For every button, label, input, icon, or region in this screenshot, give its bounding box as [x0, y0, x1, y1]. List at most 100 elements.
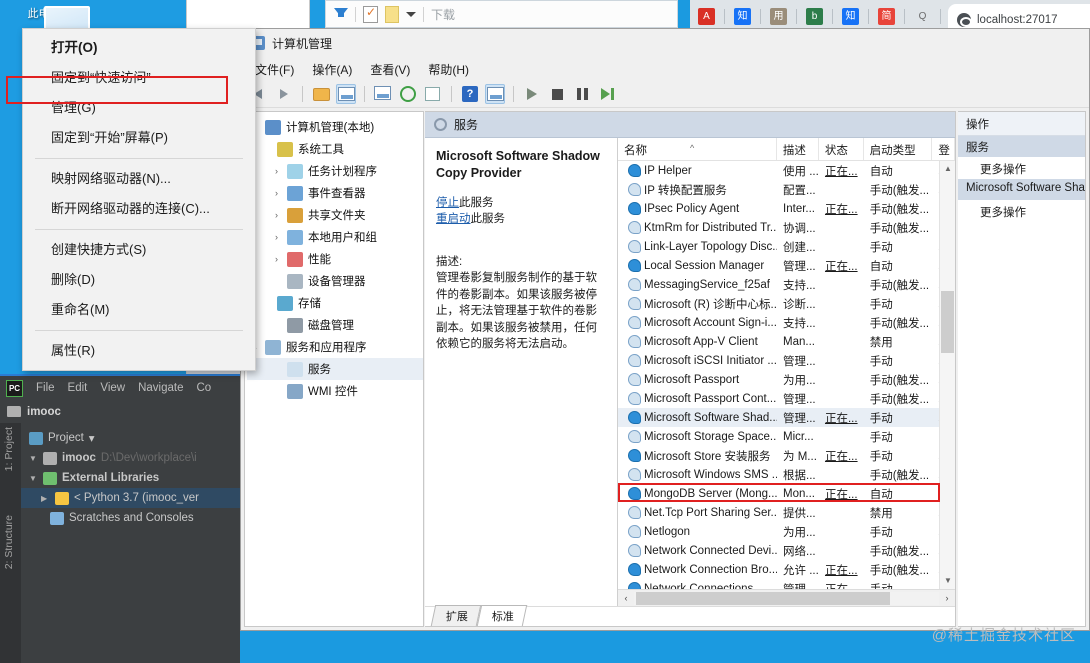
zhihu-bookmark-icon[interactable]: 知	[734, 8, 751, 25]
download-arrow-icon[interactable]	[334, 8, 348, 17]
list-horizontal-scrollbar[interactable]: ‹ ›	[618, 589, 955, 606]
checklist-icon[interactable]	[363, 5, 378, 23]
action-more-actions-services[interactable]: 更多操作	[958, 157, 1085, 179]
chevron-right-icon[interactable]: ›	[271, 232, 282, 242]
service-row[interactable]: Local Session Manager管理...正在...自动本	[618, 256, 955, 275]
scroll-down-arrow-icon[interactable]: ▼	[940, 573, 955, 589]
scrollbar-thumb[interactable]	[636, 591, 890, 605]
tree-row-imooc[interactable]: ▼ imooc D:\Dev\workplace\i	[21, 448, 240, 468]
context-menu-item[interactable]: 创建快捷方式(S)	[23, 235, 255, 265]
tree-node-device-manager[interactable]: 设备管理器	[247, 270, 423, 292]
tree-node-shared-folders[interactable]: › 共享文件夹	[247, 204, 423, 226]
chevron-right-icon[interactable]: ▶	[41, 494, 50, 503]
up-folder-button[interactable]	[311, 84, 331, 104]
service-row[interactable]: Microsoft Storage Space...Micr...手动网	[618, 427, 955, 446]
tree-node-wmi-control[interactable]: WMI 控件	[247, 380, 423, 402]
export-list-button[interactable]	[423, 84, 443, 104]
context-menu-item[interactable]: 重命名(M)	[23, 295, 255, 325]
tree-row-external-libraries[interactable]: ▼ External Libraries	[21, 468, 240, 488]
column-header-logon-as[interactable]: 登	[932, 138, 955, 160]
pycharm-menu-edit[interactable]: Edit	[68, 382, 88, 394]
adobe-bookmark-icon[interactable]: A	[698, 8, 715, 25]
menu-action[interactable]: 操作(A)	[312, 61, 352, 78]
jianshu-bookmark-icon[interactable]: 简	[878, 8, 895, 25]
list-vertical-scrollbar[interactable]: ▲ ▼	[939, 161, 955, 589]
column-header-name[interactable]: 名称 ^	[618, 138, 777, 160]
service-row[interactable]: Microsoft Store 安装服务为 M...正在...手动本	[618, 446, 955, 465]
context-menu-item[interactable]: 打开(O)	[23, 33, 255, 63]
chevron-right-icon[interactable]: ›	[271, 166, 282, 176]
service-row[interactable]: Link-Layer Topology Disc...创建...手动本	[618, 237, 955, 256]
service-row[interactable]: IPsec Policy AgentInter...正在...手动(触发...网	[618, 199, 955, 218]
context-menu-item[interactable]: 属性(R)	[23, 336, 255, 366]
show-action-pane-button[interactable]	[485, 84, 505, 104]
tree-node-services[interactable]: 服务	[247, 358, 423, 380]
tree-node-computer-management[interactable]: 计算机管理(本地)	[247, 116, 423, 138]
tree-node-storage[interactable]: 存储	[247, 292, 423, 314]
tab-standard[interactable]: 标准	[476, 605, 528, 626]
tool-tab-structure[interactable]: 2: Structure	[3, 515, 15, 569]
tree-node-system-tools[interactable]: 系统工具	[247, 138, 423, 160]
project-tool-header[interactable]: Project ▾	[21, 428, 240, 448]
pycharm-menu-navigate[interactable]: Navigate	[138, 382, 183, 394]
tree-node-event-viewer[interactable]: › 事件查看器	[247, 182, 423, 204]
service-row[interactable]: Microsoft Passport Cont...管理...手动(触发...本	[618, 389, 955, 408]
pycharm-menu-view[interactable]: View	[100, 382, 125, 394]
chevron-down-icon[interactable]	[406, 11, 416, 17]
pycharm-menu-file[interactable]: File	[36, 382, 55, 394]
console-tree[interactable]: 计算机管理(本地) 系统工具 › 任务计划程序 › 事件查看器 › 共享文件夹 …	[244, 111, 424, 627]
chevron-down-icon[interactable]: ▾	[89, 431, 95, 445]
scroll-left-arrow-icon[interactable]: ‹	[618, 593, 634, 603]
service-row[interactable]: Network Connections管理...正在...手动本	[618, 579, 955, 589]
tool-tab-project[interactable]: 1: Project	[3, 427, 15, 471]
stop-service-link-row[interactable]: 停止此服务	[436, 195, 606, 211]
desktop-icon-this-pc[interactable]: 此电脑	[8, 6, 90, 39]
zhihu2-bookmark-icon[interactable]: 知	[842, 8, 859, 25]
service-row[interactable]: IP 转换配置服务配置...手动(触发...本	[618, 180, 955, 199]
show-tree-button[interactable]	[336, 84, 356, 104]
service-row[interactable]: IP Helper使用 ...正在...自动本	[618, 161, 955, 180]
scrollbar-thumb[interactable]	[941, 291, 954, 353]
context-menu-item[interactable]: 映射网络驱动器(N)...	[23, 164, 255, 194]
context-menu-item[interactable]: 固定到“开始”屏幕(P)	[23, 123, 255, 153]
tree-node-local-users-groups[interactable]: › 本地用户和组	[247, 226, 423, 248]
forward-button[interactable]	[274, 84, 294, 104]
service-row[interactable]: Microsoft Passport为用...手动(触发...本	[618, 370, 955, 389]
stop-service-button[interactable]	[547, 84, 567, 104]
context-menu-item[interactable]: 管理(G)	[23, 93, 255, 123]
chevron-right-icon[interactable]: ›	[271, 210, 282, 220]
tree-node-performance[interactable]: › 性能	[247, 248, 423, 270]
service-row[interactable]: Microsoft App-V ClientMan...禁用本	[618, 332, 955, 351]
service-row[interactable]: Microsoft Software Shad...管理...正在...手动本	[618, 408, 955, 427]
chevron-right-icon[interactable]: ›	[271, 254, 282, 264]
context-menu-item[interactable]: 删除(D)	[23, 265, 255, 295]
pycharm-menu-code[interactable]: Co	[196, 382, 211, 394]
menu-help[interactable]: 帮助(H)	[428, 61, 469, 78]
properties-button[interactable]	[373, 84, 393, 104]
search1-bookmark-icon[interactable]: Q	[914, 8, 931, 25]
baidu-bookmark-icon[interactable]: b	[806, 8, 823, 25]
stop-service-link[interactable]: 停止	[436, 197, 459, 209]
mail-bookmark-icon[interactable]: 用	[770, 8, 787, 25]
service-row[interactable]: MongoDB Server (Mong...Mon...正在...自动网	[618, 484, 955, 503]
restart-service-link-row[interactable]: 重启动此服务	[436, 211, 606, 227]
service-row[interactable]: Netlogon为用...手动本	[618, 522, 955, 541]
service-row[interactable]: Microsoft Windows SMS ...根据...手动(触发...本	[618, 465, 955, 484]
tab-extended[interactable]: 扩展	[430, 605, 482, 626]
column-header-startup-type[interactable]: 启动类型	[864, 138, 933, 160]
chevron-down-icon[interactable]: ▼	[29, 474, 38, 483]
menu-file[interactable]: 文件(F)	[255, 61, 294, 78]
list-rows[interactable]: IP Helper使用 ...正在...自动本IP 转换配置服务配置...手动(…	[618, 161, 955, 589]
tree-node-services-and-applications[interactable]: ⌄ 服务和应用程序	[247, 336, 423, 358]
note-icon[interactable]	[385, 5, 399, 23]
pause-service-button[interactable]	[572, 84, 592, 104]
context-menu-item[interactable]: 断开网络驱动器的连接(C)...	[23, 194, 255, 224]
scrollbar-track[interactable]	[634, 591, 939, 605]
chevron-right-icon[interactable]: ›	[271, 188, 282, 198]
service-row[interactable]: Net.Tcp Port Sharing Ser...提供...禁用本	[618, 503, 955, 522]
menu-view[interactable]: 查看(V)	[370, 61, 410, 78]
service-row[interactable]: Microsoft iSCSI Initiator ...管理...手动本	[618, 351, 955, 370]
context-menu-item[interactable]: 固定到“快速访问”	[23, 63, 255, 93]
chevron-down-icon[interactable]: ▼	[29, 454, 38, 463]
services-list[interactable]: 名称 ^ 描述 状态 启动类型 登 IP Helper 使用 ... 正在... 自动…	[617, 138, 955, 606]
